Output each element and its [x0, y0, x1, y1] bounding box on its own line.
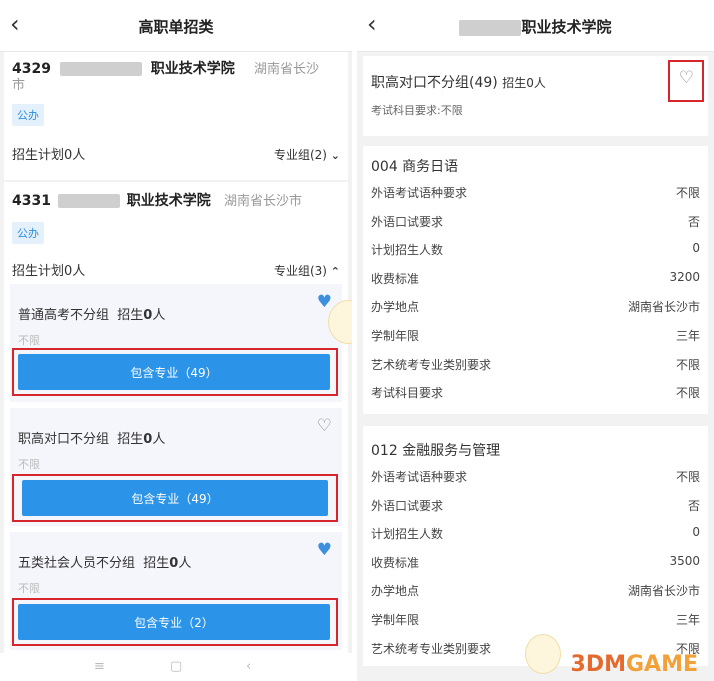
blurred-name: [57, 194, 120, 208]
major-title: 012 金融服务与管理: [371, 443, 501, 459]
top-bar: ‹ 高职单招类: [0, 0, 352, 52]
subgroup-name: 职高对口不分组 招生0人: [18, 432, 166, 447]
highlight-box: [12, 348, 338, 396]
heart-filled-icon[interactable]: ♥: [317, 294, 332, 311]
info-row: 计划招生人数 0: [371, 519, 700, 547]
info-key: 办学地点: [371, 584, 420, 599]
ownership-badge: 公办: [12, 222, 44, 244]
major-card: 012 金融服务与管理 外语考试语种要求 不限外语口试要求 否计划招生人数 0 收费标准…: [363, 426, 708, 666]
school-province: 湖南省长沙: [254, 62, 320, 77]
info-key: 学制年限: [371, 329, 420, 343]
subject-requirement: 考试科目要求:不限: [371, 104, 463, 117]
info-value: 不限: [675, 386, 700, 401]
home-icon[interactable]: ▢: [170, 659, 182, 674]
info-row: 计划招生人数 0: [371, 235, 700, 263]
blurred-name: [59, 62, 142, 76]
enrollment-plan: 招生计划0人: [12, 264, 86, 279]
school-name-suffix: 职业技术学院: [126, 193, 211, 209]
info-value: 否: [687, 214, 700, 229]
info-value: 不限: [675, 186, 700, 200]
subject-requirement: 不限: [18, 334, 40, 347]
info-value: 否: [687, 498, 700, 513]
group-header-card: 职高对口不分组(49) 招生0人 考试科目要求:不限 ♡: [363, 56, 708, 136]
info-value: 湖南省长沙市: [627, 584, 700, 599]
ownership-badge: 公办: [12, 104, 44, 126]
school-name: 4329 职业技术学院: [12, 58, 235, 78]
info-value: 三年: [675, 613, 700, 627]
info-key: 计划招生人数: [371, 243, 444, 258]
info-key: 外语考试语种要求: [371, 186, 468, 200]
info-row: 外语考试语种要求 不限: [371, 178, 700, 206]
info-row: 艺术统考专业类别要求 不限: [371, 350, 700, 378]
chevron-up-icon: ⌃: [330, 265, 340, 278]
watermark: 3DMGAME: [570, 652, 698, 677]
subject-requirement: 不限: [18, 458, 40, 471]
info-value: 3500: [669, 553, 700, 568]
highlight-box: [668, 60, 704, 102]
info-key: 计划招生人数: [371, 527, 444, 542]
info-row: 收费标准 3200: [371, 264, 700, 292]
info-key: 外语口试要求: [371, 498, 444, 513]
info-row: 学制年限 三年: [371, 605, 700, 633]
mascot-image: [525, 634, 561, 674]
page-title: 职业技术学院: [357, 16, 714, 37]
info-value: 不限: [675, 470, 700, 484]
highlight-box: [12, 598, 338, 646]
system-nav-bar: ≡ ▢ ‹: [0, 653, 352, 681]
heart-filled-icon[interactable]: ♥: [317, 542, 332, 559]
info-key: 考试科目要求: [371, 386, 444, 401]
info-value: 3200: [669, 269, 700, 284]
group-toggle[interactable]: 专业组(3) ⌃: [274, 262, 340, 279]
school-name-suffix: 职业技术学院: [150, 61, 235, 77]
info-key: 艺术统考专业类别要求: [371, 641, 492, 656]
school-card[interactable]: 4329 职业技术学院 湖南省长沙 市 公办 招生计划0人 专业组(2) ⌄: [4, 52, 348, 180]
info-value: 0: [692, 525, 700, 540]
info-row: 办学地点 湖南省长沙市: [371, 292, 700, 320]
info-key: 外语口试要求: [371, 214, 444, 229]
info-key: 办学地点: [371, 300, 420, 315]
info-row: 外语考试语种要求 不限: [371, 462, 700, 490]
enrollment-plan: 招生计划0人: [12, 148, 86, 163]
chevron-down-icon: ⌄: [330, 149, 340, 162]
school-province-wrap: 市: [12, 78, 26, 93]
info-key: 学制年限: [371, 613, 420, 627]
info-key: 艺术统考专业类别要求: [371, 357, 492, 372]
info-row: 学制年限 三年: [371, 321, 700, 349]
school-card[interactable]: 4331 职业技术学院 湖南省长沙市 公办 招生计划0人 专业组(3) ⌃ 普通…: [4, 182, 348, 662]
group-name: 职高对口不分组(49) 招生0人: [371, 75, 546, 91]
info-row: 外语口试要求 否: [371, 207, 700, 235]
major-title: 004 商务日语: [371, 159, 459, 175]
major-card: 004 商务日语 外语考试语种要求 不限 外语口试要求否计划招生人数 0 收费标准 320…: [363, 146, 708, 414]
page-title: 高职单招类: [138, 18, 214, 36]
subgroup-name: 普通高考不分组 招生0人: [18, 308, 166, 323]
info-value: 湖南省长沙市: [627, 300, 700, 315]
info-value: 不限: [675, 357, 700, 372]
school-code: 4331: [12, 193, 51, 209]
blurred-name: [459, 19, 522, 36]
subject-requirement: 不限: [18, 582, 40, 595]
group-count: 专业组(2): [273, 148, 327, 162]
left-screen: ‹ 高职单招类 4329 职业技术学院 湖南省长沙 市 公办 招生计划0人 专业…: [0, 0, 352, 681]
info-value: 三年: [675, 329, 700, 343]
top-bar: ‹ 职业技术学院: [357, 0, 714, 52]
right-screen: ‹ 职业技术学院 职高对口不分组(49) 招生0人 考试科目要求:不限 ♡ 00…: [357, 0, 714, 681]
group-count: 专业组(3): [273, 264, 327, 278]
info-row: 考试科目要求 不限: [371, 378, 700, 406]
back-icon[interactable]: ‹: [246, 659, 251, 674]
subgroup-name: 五类社会人员不分组 招生0人: [18, 556, 192, 571]
info-row: 收费标准 3500: [371, 548, 700, 576]
group-toggle[interactable]: 专业组(2) ⌄: [274, 146, 340, 163]
school-province: 湖南省长沙市: [224, 194, 303, 209]
page-title-suffix: 职业技术学院: [521, 18, 612, 36]
info-key: 收费标准: [371, 271, 420, 286]
info-row: 外语口试要求 否: [371, 491, 700, 519]
highlight-box: [12, 474, 338, 522]
info-key: 外语考试语种要求: [371, 470, 468, 484]
info-key: 收费标准: [371, 555, 420, 570]
info-row: 办学地点 湖南省长沙市: [371, 576, 700, 604]
school-name: 4331 职业技术学院: [12, 190, 211, 210]
heart-outline-icon[interactable]: ♡: [317, 418, 332, 435]
info-value: 0: [692, 241, 700, 256]
menu-icon[interactable]: ≡: [94, 659, 105, 674]
